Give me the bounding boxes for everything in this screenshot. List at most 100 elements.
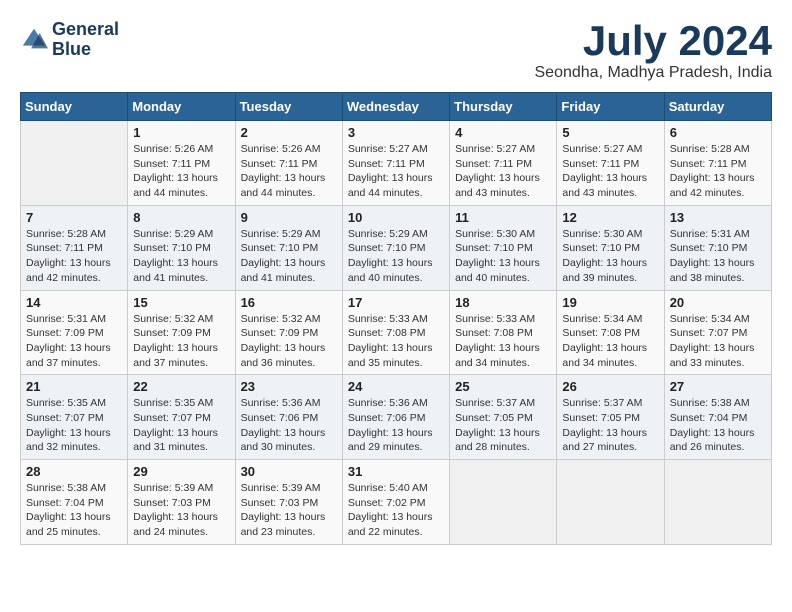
day-info: Sunrise: 5:33 AMSunset: 7:08 PMDaylight:… [348, 312, 444, 371]
weekday-header: Friday [557, 93, 664, 121]
calendar-cell: 22 Sunrise: 5:35 AMSunset: 7:07 PMDayligh… [128, 375, 235, 460]
sunset-label: Sunset: 7:10 PM [562, 242, 640, 254]
daylight-label: Daylight: 13 hours and 43 minutes. [562, 172, 647, 199]
day-info: Sunrise: 5:26 AMSunset: 7:11 PMDaylight:… [133, 142, 229, 201]
weekday-header: Tuesday [235, 93, 342, 121]
sunrise-label: Sunrise: 5:28 AM [670, 143, 750, 155]
day-number: 26 [562, 379, 658, 394]
sunrise-label: Sunrise: 5:34 AM [670, 313, 750, 325]
day-info: Sunrise: 5:35 AMSunset: 7:07 PMDaylight:… [133, 396, 229, 455]
calendar-cell: 19Sunrise: 5:34 AMSunset: 7:08 PMDayligh… [557, 290, 664, 375]
daylight-label: Daylight: 13 hours and 25 minutes. [26, 511, 111, 538]
sunrise-label: Sunrise: 5:36 AM [348, 397, 428, 409]
sunset-label: Sunset: 7:06 PM [348, 412, 426, 424]
sunset-label: Sunset: 7:05 PM [455, 412, 533, 424]
day-info: Sunrise: 5:37 AM Sunset: 7:05 PM Daylight:… [562, 396, 658, 455]
sunrise-label: Sunrise: 5:27 AM [348, 143, 428, 155]
sunrise-label: Sunrise: 5:29 AM [133, 228, 213, 240]
title-block: July 2024 Seondha, Madhya Pradesh, India [535, 20, 773, 82]
sunrise-label: Sunrise: 5:35 AM [133, 397, 213, 409]
daylight-label: Daylight: 13 hours and 32 minutes. [26, 427, 111, 454]
calendar-cell: 8Sunrise: 5:29 AMSunset: 7:10 PMDaylight… [128, 205, 235, 290]
day-info: Sunrise: 5:34 AMSunset: 7:07 PMDaylight:… [670, 312, 766, 371]
daylight-label: Daylight: 13 hours and 30 minutes. [241, 427, 326, 454]
sunset-label: Sunset: 7:08 PM [348, 327, 426, 339]
weekday-header: Sunday [21, 93, 128, 121]
sunrise-label: Sunrise: 5:34 AM [562, 313, 642, 325]
calendar-cell: 16Sunrise: 5:32 AMSunset: 7:09 PMDayligh… [235, 290, 342, 375]
day-number: 13 [670, 210, 766, 225]
daylight-label: Daylight: 13 hours and 22 minutes. [348, 511, 433, 538]
daylight-label: Daylight: 13 hours and 40 minutes. [348, 257, 433, 284]
sunset-label: Sunset: 7:10 PM [670, 242, 748, 254]
sunset-label: Sunset: 7:08 PM [455, 327, 533, 339]
calendar-cell [21, 121, 128, 206]
sunrise-label: Sunrise: 5:31 AM [26, 313, 106, 325]
day-number: 20 [670, 295, 766, 310]
daylight-label: Daylight: 13 hours and 37 minutes. [26, 342, 111, 369]
day-info: Sunrise: 5:30 AMSunset: 7:10 PMDaylight:… [455, 227, 551, 286]
sunrise-label: Sunrise: 5:26 AM [241, 143, 321, 155]
day-number: 9 [241, 210, 337, 225]
calendar-cell: 23Sunrise: 5:36 AMSunset: 7:06 PMDayligh… [235, 375, 342, 460]
daylight-label: Daylight: 13 hours and 23 minutes. [241, 511, 326, 538]
calendar-week-row: 7Sunrise: 5:28 AMSunset: 7:11 PMDaylight… [21, 205, 772, 290]
calendar-cell: 11Sunrise: 5:30 AMSunset: 7:10 PMDayligh… [450, 205, 557, 290]
sunset-label: Sunset: 7:10 PM [348, 242, 426, 254]
sunrise-label: Sunrise: 5:30 AM [455, 228, 535, 240]
sunset-label: Sunset: 7:09 PM [26, 327, 104, 339]
calendar-cell: 10Sunrise: 5:29 AMSunset: 7:10 PMDayligh… [342, 205, 449, 290]
sunrise-label: Sunrise: 5:27 AM [455, 143, 535, 155]
sunset-label: Sunset: 7:02 PM [348, 497, 426, 509]
calendar-cell: 14Sunrise: 5:31 AMSunset: 7:09 PMDayligh… [21, 290, 128, 375]
sunrise-label: Sunrise: 5:39 AM [133, 482, 213, 494]
day-number: 2 [241, 125, 337, 140]
daylight-label: Daylight: 13 hours and 44 minutes. [241, 172, 326, 199]
calendar-week-row: 28Sunrise: 5:38 AMSunset: 7:04 PMDayligh… [21, 460, 772, 545]
sunset-label: Sunset: 7:11 PM [562, 158, 639, 170]
day-info: Sunrise: 5:31 AMSunset: 7:10 PMDaylight:… [670, 227, 766, 286]
day-info: Sunrise: 5:31 AM Sunset: 7:09 PM Daylight:… [26, 312, 122, 371]
daylight-label: Daylight: 13 hours and 34 minutes. [455, 342, 540, 369]
sunset-label: Sunset: 7:10 PM [133, 242, 211, 254]
daylight-label: Daylight: 13 hours and 41 minutes. [241, 257, 326, 284]
sunrise-label: Sunrise: 5:38 AM [670, 397, 750, 409]
weekday-header: Monday [128, 93, 235, 121]
weekday-header: Thursday [450, 93, 557, 121]
day-number: 1 [133, 125, 229, 140]
sunset-label: Sunset: 7:11 PM [348, 158, 425, 170]
day-info: Sunrise: 5:36 AMSunset: 7:06 PMDaylight:… [348, 396, 444, 455]
sunset-label: Sunset: 7:11 PM [26, 242, 103, 254]
sunrise-label: Sunrise: 5:36 AM [241, 397, 321, 409]
day-number: 30 [241, 464, 337, 479]
sunset-label: Sunset: 7:05 PM [562, 412, 640, 424]
day-number: 22 [133, 379, 229, 394]
calendar-cell: 7Sunrise: 5:28 AMSunset: 7:11 PMDaylight… [21, 205, 128, 290]
day-info: Sunrise: 5:32 AMSunset: 7:09 PMDaylight:… [241, 312, 337, 371]
daylight-label: Daylight: 13 hours and 36 minutes. [241, 342, 326, 369]
daylight-label: Daylight: 13 hours and 27 minutes. [562, 427, 647, 454]
calendar-cell [450, 460, 557, 545]
day-info: Sunrise: 5:27 AMSunset: 7:11 PMDaylight:… [348, 142, 444, 201]
calendar-cell: 5Sunrise: 5:27 AMSunset: 7:11 PMDaylight… [557, 121, 664, 206]
calendar-cell: 25Sunrise: 5:37 AMSunset: 7:05 PMDayligh… [450, 375, 557, 460]
day-number: 29 [133, 464, 229, 479]
daylight-label: Daylight: 13 hours and 40 minutes. [455, 257, 540, 284]
day-number: 19 [562, 295, 658, 310]
day-info: Sunrise: 5:32 AMSunset: 7:09 PMDaylight:… [133, 312, 229, 371]
calendar-cell: 21Sunrise: 5:35 AMSunset: 7:07 PMDayligh… [21, 375, 128, 460]
sunrise-label: Sunrise: 5:39 AM [241, 482, 321, 494]
day-info: Sunrise: 5:37 AMSunset: 7:05 PMDaylight:… [455, 396, 551, 455]
daylight-label: Daylight: 13 hours and 34 minutes. [562, 342, 647, 369]
location: Seondha, Madhya Pradesh, India [535, 64, 773, 82]
day-number: 23 [241, 379, 337, 394]
day-info: Sunrise: 5:29 AMSunset: 7:10 PMDaylight:… [241, 227, 337, 286]
day-info: Sunrise: 5:39 AMSunset: 7:03 PMDaylight:… [133, 481, 229, 540]
sunrise-label: Sunrise: 5:37 AM [562, 397, 642, 409]
day-number: 21 [26, 379, 122, 394]
daylight-label: Daylight: 13 hours and 41 minutes. [133, 257, 218, 284]
sunrise-label: Sunrise: 5:26 AM [133, 143, 213, 155]
day-number: 15 [133, 295, 229, 310]
calendar-cell [664, 460, 771, 545]
sunset-label: Sunset: 7:11 PM [670, 158, 747, 170]
